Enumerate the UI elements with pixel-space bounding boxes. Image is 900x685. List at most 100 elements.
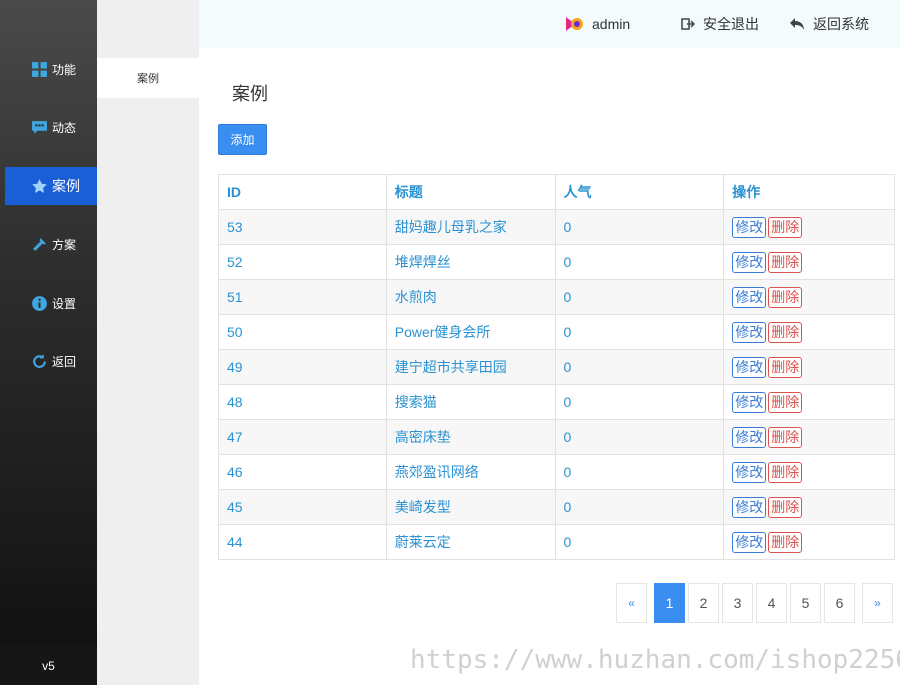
- sidebar-item-back[interactable]: 返回: [5, 342, 97, 380]
- cell-actions: 修改 删除: [723, 349, 895, 385]
- back-label: 返回系统: [813, 16, 869, 32]
- sidebar-item-features[interactable]: 功能: [5, 50, 97, 88]
- cell-title[interactable]: 建宁超市共享田园: [385, 349, 556, 385]
- cell-id: 49: [218, 349, 387, 385]
- cell-title[interactable]: 燕郊盈讯网络: [385, 454, 556, 490]
- cell-title[interactable]: 堆焊焊丝: [385, 244, 556, 280]
- hammer-icon: [30, 235, 48, 253]
- cell-id: 44: [218, 524, 387, 560]
- logout-icon: [681, 17, 695, 31]
- logout-link[interactable]: 安全退出: [681, 0, 759, 48]
- cell-views: 0: [554, 314, 725, 350]
- edit-button[interactable]: 修改: [732, 321, 767, 343]
- cell-id: 51: [218, 279, 387, 315]
- delete-button[interactable]: 删除: [768, 461, 803, 483]
- cell-id: 48: [218, 384, 387, 420]
- sidebar-item-label: 设置: [52, 296, 77, 311]
- edit-button[interactable]: 修改: [732, 216, 767, 238]
- cell-title[interactable]: 甜妈趣儿母乳之家: [385, 209, 556, 245]
- sidebar-item-label: 方案: [52, 237, 77, 252]
- table-header-row: ID 标题 人气 操作: [218, 174, 895, 210]
- add-button[interactable]: 添加: [218, 124, 267, 155]
- cell-views: 0: [554, 419, 725, 455]
- grid-icon: [30, 60, 48, 78]
- table-row: 51 水煎肉 0 修改 删除: [218, 279, 895, 315]
- cell-views: 0: [554, 454, 725, 490]
- cases-table: ID 标题 人气 操作 53 甜妈趣儿母乳之家 0 修改 删除 52 堆焊焊丝 0…: [218, 174, 895, 560]
- table-row: 47 高密床垫 0 修改 删除: [218, 419, 895, 455]
- delete-button[interactable]: 删除: [768, 391, 803, 413]
- column-header-title[interactable]: 标题: [385, 174, 556, 210]
- sidebar-item-cases[interactable]: 案例: [5, 167, 97, 205]
- pagination-page-button[interactable]: 3: [722, 583, 753, 623]
- column-header-views[interactable]: 人气: [554, 174, 725, 210]
- cell-title[interactable]: 高密床垫: [385, 419, 556, 455]
- pagination: « 1 2 3 4 5 6 »: [616, 583, 896, 623]
- edit-button[interactable]: 修改: [732, 251, 767, 273]
- delete-button[interactable]: 删除: [768, 216, 803, 238]
- delete-button[interactable]: 删除: [768, 531, 803, 553]
- cell-id: 52: [218, 244, 387, 280]
- back-to-system-link[interactable]: 返回系统: [789, 0, 869, 48]
- sidebar-item-label: 动态: [52, 120, 77, 135]
- cell-title[interactable]: 蔚莱云定: [385, 524, 556, 560]
- refresh-icon: [30, 352, 48, 370]
- cell-views: 0: [554, 349, 725, 385]
- cell-views: 0: [554, 209, 725, 245]
- user-logo-icon: [564, 15, 584, 33]
- cell-views: 0: [554, 279, 725, 315]
- pagination-page-button[interactable]: 5: [790, 583, 821, 623]
- reply-arrow-icon: [789, 17, 805, 31]
- cell-actions: 修改 删除: [723, 454, 895, 490]
- version-label: v5: [0, 647, 97, 685]
- cell-actions: 修改 删除: [723, 314, 895, 350]
- pagination-prev-button[interactable]: «: [616, 583, 647, 623]
- delete-button[interactable]: 删除: [768, 251, 803, 273]
- pagination-page-button[interactable]: 2: [688, 583, 719, 623]
- delete-button[interactable]: 删除: [768, 286, 803, 308]
- pagination-page-button[interactable]: 6: [824, 583, 855, 623]
- cell-title[interactable]: 搜索猫: [385, 384, 556, 420]
- cell-id: 45: [218, 489, 387, 525]
- sidebar-item-plans[interactable]: 方案: [5, 225, 97, 263]
- delete-button[interactable]: 删除: [768, 426, 803, 448]
- cell-views: 0: [554, 244, 725, 280]
- column-header-id[interactable]: ID: [218, 174, 387, 210]
- pagination-page-button[interactable]: 1: [654, 583, 685, 623]
- watermark: https://www.huzhan.com/ishop22566: [410, 645, 900, 675]
- edit-button[interactable]: 修改: [732, 286, 767, 308]
- cell-title[interactable]: 美崎发型: [385, 489, 556, 525]
- subnav-item-cases[interactable]: 案例: [97, 58, 199, 98]
- cell-views: 0: [554, 489, 725, 525]
- cell-actions: 修改 删除: [723, 244, 895, 280]
- edit-button[interactable]: 修改: [732, 461, 767, 483]
- edit-button[interactable]: 修改: [732, 531, 767, 553]
- cell-views: 0: [554, 384, 725, 420]
- cell-title[interactable]: 水煎肉: [385, 279, 556, 315]
- edit-button[interactable]: 修改: [732, 496, 767, 518]
- table-row: 53 甜妈趣儿母乳之家 0 修改 删除: [218, 209, 895, 245]
- cell-title[interactable]: Power健身会所: [385, 314, 556, 350]
- edit-button[interactable]: 修改: [732, 391, 767, 413]
- username: admin: [592, 16, 631, 32]
- cell-id: 46: [218, 454, 387, 490]
- user-menu[interactable]: admin: [564, 0, 630, 48]
- edit-button[interactable]: 修改: [732, 356, 767, 378]
- pagination-next-button[interactable]: »: [862, 583, 893, 623]
- cell-actions: 修改 删除: [723, 384, 895, 420]
- pagination-page-button[interactable]: 4: [756, 583, 787, 623]
- sidebar: 功能 动态 案例 方案 设置 返回 v5: [0, 0, 97, 685]
- sidebar-item-news[interactable]: 动态: [5, 108, 97, 146]
- edit-button[interactable]: 修改: [732, 426, 767, 448]
- column-header-actions: 操作: [723, 174, 895, 210]
- sidebar-item-label: 功能: [52, 62, 77, 77]
- sub-navigation: 案例: [97, 0, 199, 685]
- cell-actions: 修改 删除: [723, 489, 895, 525]
- cell-id: 47: [218, 419, 387, 455]
- delete-button[interactable]: 删除: [768, 321, 803, 343]
- delete-button[interactable]: 删除: [768, 496, 803, 518]
- delete-button[interactable]: 删除: [768, 356, 803, 378]
- cell-actions: 修改 删除: [723, 209, 895, 245]
- cell-actions: 修改 删除: [723, 524, 895, 560]
- sidebar-item-settings[interactable]: 设置: [5, 284, 97, 322]
